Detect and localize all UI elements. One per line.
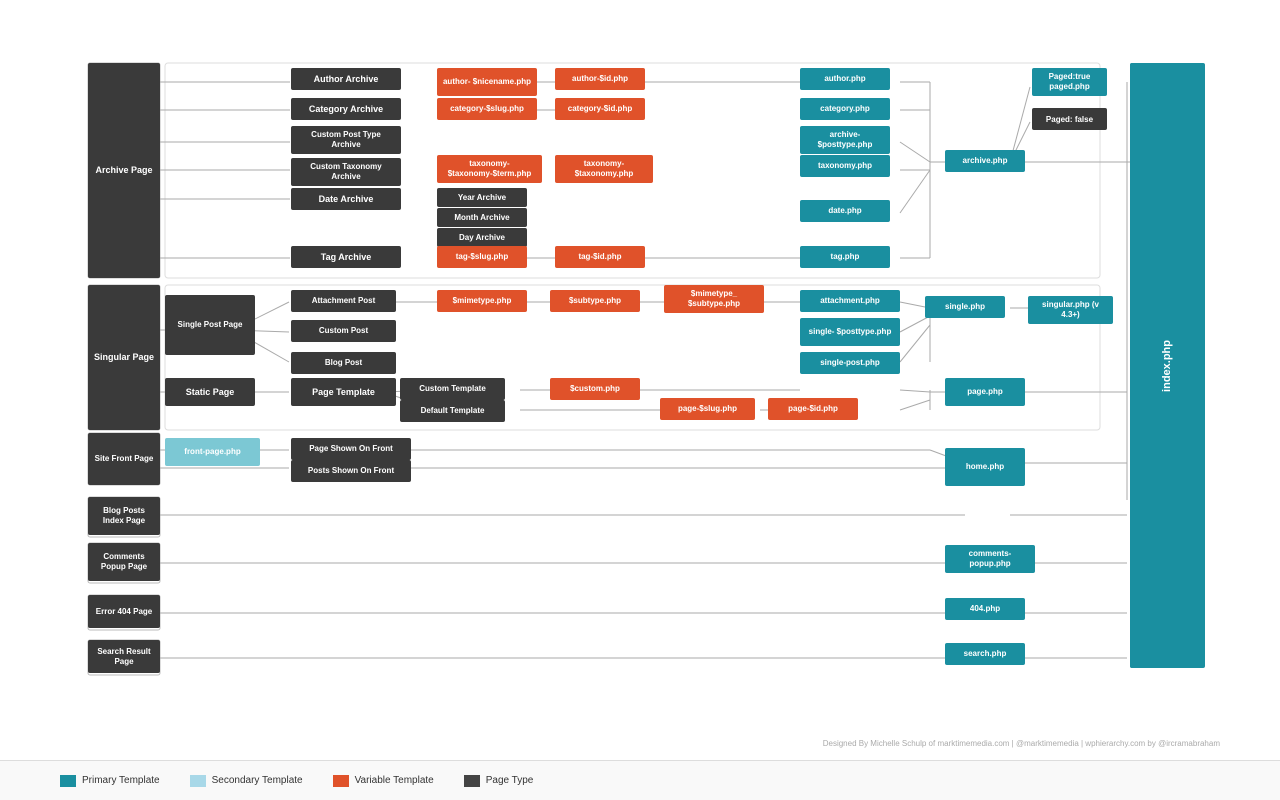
archive-page-label: Archive Page [88,63,160,278]
search-php-node: search.php [945,643,1025,665]
category-php-node: category.php [800,98,890,120]
month-archive-node: Month Archive [437,208,527,227]
index-php-node: index.php [1130,63,1205,668]
comments-popup-php-node: comments- popup.php [945,545,1035,573]
legend-pagetype-box [464,775,480,787]
page-php-node: page.php [945,378,1025,406]
legend-secondary-box [190,775,206,787]
comments-popup-label: Comments Popup Page [88,543,160,581]
legend-variable-box [333,775,349,787]
taxonomy-php-node: taxonomy.php [800,155,890,177]
legend-primary: Primary Template [60,775,160,787]
legend-primary-label: Primary Template [82,775,160,786]
author-archive-node: Author Archive [291,68,401,90]
tag-id-node: tag-$id.php [555,246,645,268]
custom-post-type-node: Custom Post Type Archive [291,126,401,154]
category-id-node: category-$id.php [555,98,645,120]
mimetype-node: $mimetype.php [437,290,527,312]
subtype-node: $subtype.php [550,290,640,312]
mimetype-subtype-node: $mimetype_ $subtype.php [664,285,764,313]
search-result-label: Search Result Page [88,640,160,673]
paged-false-node: Paged: false [1032,108,1107,130]
attachment-php-node: attachment.php [800,290,900,312]
date-archive-node: Date Archive [291,188,401,210]
legend-secondary-label: Secondary Template [212,775,303,786]
year-archive-node: Year Archive [437,188,527,207]
author-id-node: author-$id.php [555,68,645,90]
date-php-node: date.php [800,200,890,222]
paged-true-node: Paged:true paged.php [1032,68,1107,96]
blog-posts-index-label: Blog Posts Index Page [88,497,160,535]
single-post-php-node: single-post.php [800,352,900,374]
diagram-container: Archive Page Author Archive Category Arc… [0,0,1280,760]
static-page-node: Static Page [165,378,255,406]
taxonomy-tax-node: taxonomy- $taxonomy.php [555,155,653,183]
page-shown-front-node: Page Shown On Front [291,438,411,460]
single-posttype-node: single- $posttype.php [800,318,900,346]
singular-php-node: singular.php (v 4.3+) [1028,296,1113,324]
archive-posttype-node: archive- $posttype.php [800,126,890,154]
author-nicename-node: author- $nicename.php [437,68,537,96]
posts-shown-front-node: Posts Shown On Front [291,460,411,482]
legend-secondary: Secondary Template [190,775,303,787]
custom-template-node: Custom Template [400,378,505,400]
author-php-node: author.php [800,68,890,90]
custom-taxonomy-node: Custom Taxonomy Archive [291,158,401,186]
taxonomy-term-node: taxonomy- $taxonomy-$term.php [437,155,542,183]
singular-page-label: Singular Page [88,285,160,430]
tag-slug-node: tag-$slug.php [437,246,527,268]
site-front-page-label: Site Front Page [88,433,160,485]
category-slug-node: category-$slug.php [437,98,537,120]
page-slug-node: page-$slug.php [660,398,755,420]
page-id-node: page-$id.php [768,398,858,420]
404-php-node: 404.php [945,598,1025,620]
tag-php-node: tag.php [800,246,890,268]
legend-primary-box [60,775,76,787]
custom-php-node: $custom.php [550,378,640,400]
blog-post-node: Blog Post [291,352,396,374]
home-php-node: home.php [945,448,1025,486]
default-template-node: Default Template [400,400,505,422]
archive-php-node: archive.php [945,150,1025,172]
legend-pagetype-label: Page Type [486,775,534,786]
footer-credit: Designed By Michelle Schulp of marktimem… [823,739,1220,748]
legend-pagetype: Page Type [464,775,534,787]
day-archive-node: Day Archive [437,228,527,247]
page-template-node: Page Template [291,378,396,406]
legend-variable: Variable Template [333,775,434,787]
tag-archive-node: Tag Archive [291,246,401,268]
front-page-php-node: front-page.php [165,438,260,466]
error-404-label: Error 404 Page [88,595,160,628]
attachment-post-node: Attachment Post [291,290,396,312]
legend-variable-label: Variable Template [355,775,434,786]
category-archive-node: Category Archive [291,98,401,120]
single-php-node: single.php [925,296,1005,318]
legend: Primary Template Secondary Template Vari… [0,760,1280,800]
custom-post-node: Custom Post [291,320,396,342]
single-post-page-node: Single Post Page [165,295,255,355]
